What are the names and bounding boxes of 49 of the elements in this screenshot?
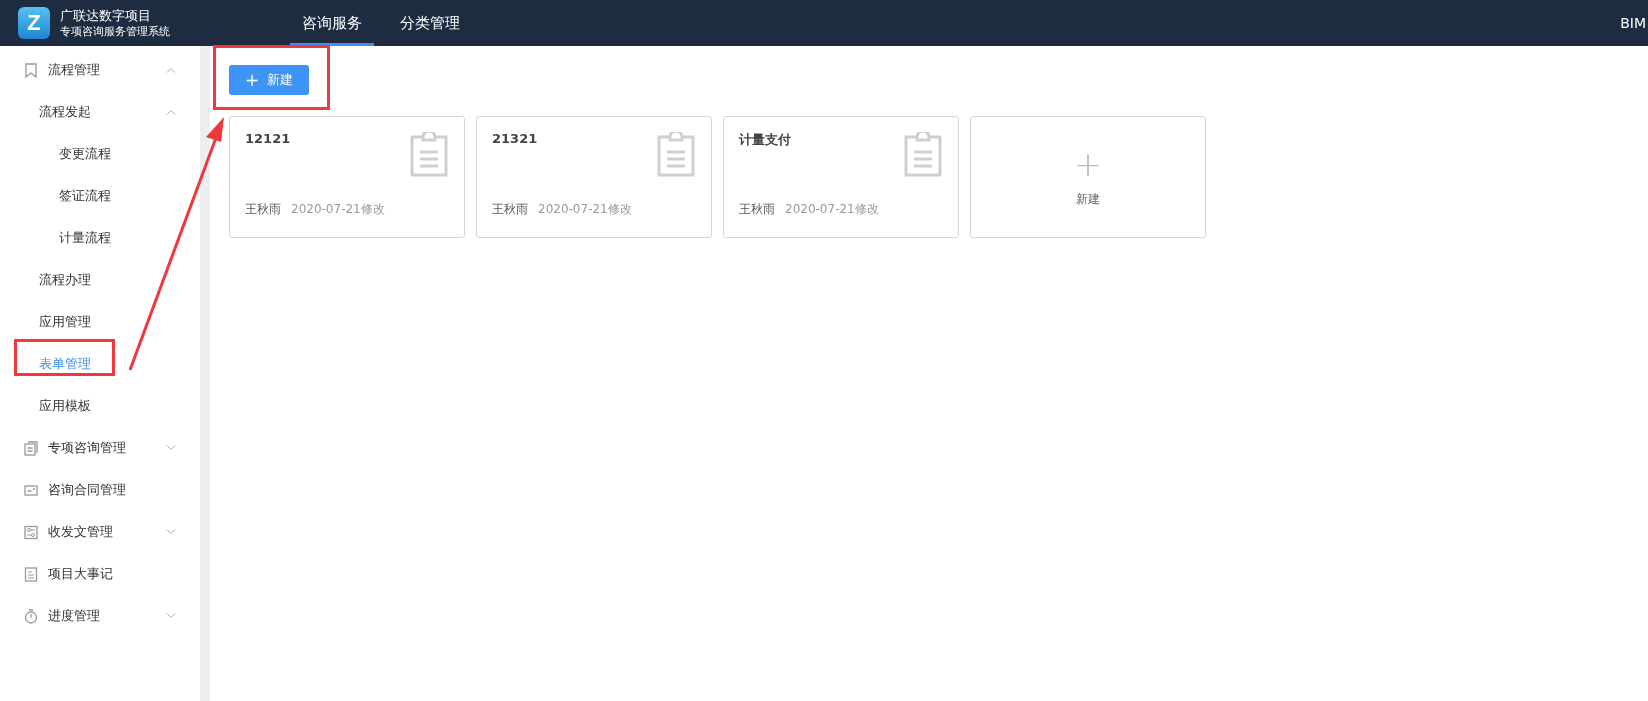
menu-item[interactable]: 应用模板 xyxy=(0,385,200,427)
nav-tab[interactable]: 分类管理 xyxy=(388,0,472,46)
card-date: 2020-07-21修改 xyxy=(291,201,385,218)
menu-item[interactable]: 咨询合同管理 xyxy=(0,469,200,511)
chevron-icon xyxy=(166,445,176,451)
chevron-icon xyxy=(166,67,176,73)
menu-item[interactable]: 专项咨询管理 xyxy=(0,427,200,469)
menu-item[interactable]: 流程办理 xyxy=(0,259,200,301)
card-author: 王秋雨 xyxy=(245,201,281,218)
plus-icon: + xyxy=(1073,146,1103,181)
card-date: 2020-07-21修改 xyxy=(785,201,879,218)
clipboard-icon xyxy=(656,132,696,177)
logo: Z xyxy=(18,7,50,39)
document-icon xyxy=(24,440,38,456)
form-card[interactable]: 计量支付 王秋雨 2020-07-21修改 xyxy=(723,116,959,238)
menu-item[interactable]: 计量流程 xyxy=(0,217,200,259)
menu-item[interactable]: 流程发起 xyxy=(0,91,200,133)
chevron-icon xyxy=(166,529,176,535)
bookmark-icon xyxy=(24,62,38,78)
list-icon xyxy=(24,566,38,582)
card-icon xyxy=(24,482,38,498)
form-card[interactable]: 21321 王秋雨 2020-07-21修改 xyxy=(476,116,712,238)
menu-item[interactable]: 项目大事记 xyxy=(0,553,200,595)
menu-item[interactable]: 应用管理 xyxy=(0,301,200,343)
clipboard-icon xyxy=(409,132,449,177)
menu-item[interactable]: 流程管理 xyxy=(0,49,200,91)
chevron-icon xyxy=(166,613,176,619)
app-title: 广联达数字项目 xyxy=(60,7,152,24)
card-title: 21321 xyxy=(492,131,539,146)
card-date: 2020-07-21修改 xyxy=(538,201,632,218)
add-label: 新建 xyxy=(1076,190,1100,208)
menu-item[interactable]: 表单管理 xyxy=(0,343,200,385)
settings-list-icon xyxy=(24,524,38,540)
stopwatch-icon xyxy=(24,608,38,624)
form-card[interactable]: 12121 王秋雨 2020-07-21修改 xyxy=(229,116,465,238)
nav-tab[interactable]: 咨询服务 xyxy=(290,0,374,46)
menu-item[interactable]: 收发文管理 xyxy=(0,511,200,553)
menu-item[interactable]: 变更流程 xyxy=(0,133,200,175)
card-author: 王秋雨 xyxy=(739,201,775,218)
clipboard-icon xyxy=(903,132,943,177)
user-label[interactable]: BIM xyxy=(1620,15,1646,31)
menu-item[interactable]: 签证流程 xyxy=(0,175,200,217)
card-author: 王秋雨 xyxy=(492,201,528,218)
card-title: 12121 xyxy=(245,131,292,146)
app-subtitle: 专项咨询服务管理系统 xyxy=(60,23,171,39)
chevron-icon xyxy=(166,109,176,115)
add-card[interactable]: + 新建 xyxy=(970,116,1206,238)
menu-item[interactable]: 进度管理 xyxy=(0,595,200,637)
card-title: 计量支付 xyxy=(739,131,792,149)
